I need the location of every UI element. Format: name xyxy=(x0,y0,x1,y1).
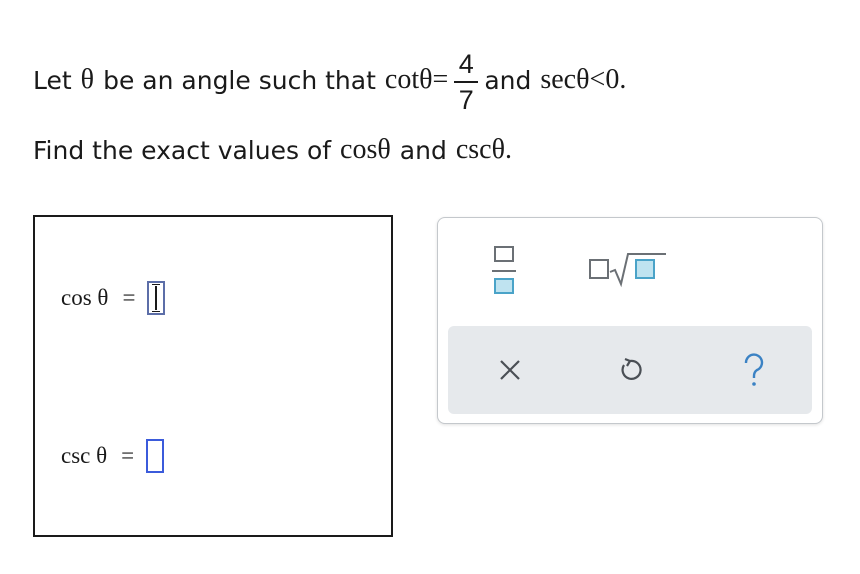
cos-answer-row: cos θ = xyxy=(61,281,166,315)
cos-answer-input[interactable] xyxy=(147,281,166,315)
fraction-denominator: 7 xyxy=(458,85,474,115)
cos-label: cos θ xyxy=(61,285,109,310)
question-mark-icon[interactable] xyxy=(732,348,776,392)
math-palette xyxy=(437,217,823,424)
theta-symbol: θ xyxy=(80,64,95,95)
fraction-bar xyxy=(454,81,479,83)
problem-line-2: Find the exact values of cosθ and cscθ. xyxy=(33,130,512,170)
cos-expression: cosθ xyxy=(340,134,391,165)
cot-expression: cotθ= xyxy=(384,64,449,95)
csc-answer-input[interactable] xyxy=(146,439,165,473)
fraction-template-icon[interactable] xyxy=(492,246,516,300)
csc-equals: = xyxy=(121,443,135,468)
palette-action-bar xyxy=(448,326,812,414)
sqrt-template-icon[interactable] xyxy=(588,246,668,290)
text-cursor xyxy=(152,284,161,312)
text-and-2: and xyxy=(399,135,447,165)
text-angle-such-that: be an angle such that xyxy=(103,65,376,95)
problem-line-1: Let θ be an angle such that cotθ= 4 7 an… xyxy=(33,49,627,115)
csc-answer-row: csc θ = xyxy=(61,439,165,473)
text-find-exact-values: Find the exact values of xyxy=(33,135,332,165)
close-icon[interactable] xyxy=(488,348,532,392)
undo-icon[interactable] xyxy=(608,348,652,392)
sec-expression: secθ<0. xyxy=(540,64,627,95)
fraction-numerator: 4 xyxy=(458,49,474,79)
text-and: and xyxy=(484,65,532,95)
csc-expression: cscθ. xyxy=(455,134,513,165)
cot-fraction: 4 7 xyxy=(454,49,479,115)
cos-equals: = xyxy=(122,285,136,310)
text-let: Let xyxy=(33,65,72,95)
answer-box: cos θ = csc θ = xyxy=(33,215,393,537)
csc-label: csc θ xyxy=(61,443,108,468)
